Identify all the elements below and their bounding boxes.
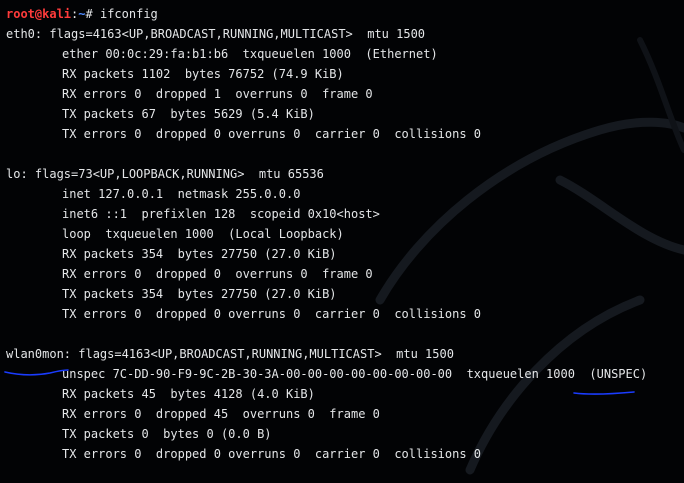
unspec-underline-mark xyxy=(573,391,635,395)
lo-header-line: lo: flags=73<UP,LOOPBACK,RUNNING> mtu 65… xyxy=(6,167,324,181)
eth0-tx-errors-line: TX errors 0 dropped 0 overruns 0 carrier… xyxy=(62,127,482,141)
eth0-header-line: eth0: flags=4163<UP,BROADCAST,RUNNING,MU… xyxy=(6,27,426,41)
wlan0mon-tx-packets-line: TX packets 0 bytes 0 (0.0 B) xyxy=(62,427,272,441)
eth0-ether-line: ether 00:0c:29:fa:b1:b6 txqueuelen 1000 … xyxy=(62,47,438,61)
eth0-rx-errors-line: RX errors 0 dropped 1 overruns 0 frame 0 xyxy=(62,87,373,101)
wlan0mon-unspec-line: unspec 7C-DD-90-F9-9C-2B-30-3A-00-00-00-… xyxy=(62,367,648,381)
lo-inet6-line: inet6 ::1 prefixlen 128 scopeid 0x10<hos… xyxy=(62,207,380,221)
wlan0mon-rx-packets-line: RX packets 45 bytes 4128 (4.0 KiB) xyxy=(62,387,315,401)
wlan0mon-rx-errors-line: RX errors 0 dropped 45 overruns 0 frame … xyxy=(62,407,380,421)
eth0-tx-packets-line: TX packets 67 bytes 5629 (5.4 KiB) xyxy=(62,107,315,121)
prompt-symbol: # xyxy=(85,7,93,21)
prompt-path: ~ xyxy=(78,7,86,21)
prompt-line[interactable]: root@kali:~# ifconfig xyxy=(6,4,158,24)
lo-tx-packets-line: TX packets 354 bytes 27750 (27.0 KiB) xyxy=(62,287,337,301)
prompt-command: ifconfig xyxy=(99,7,158,21)
wlan0mon-underline-mark xyxy=(4,369,69,376)
wlan0mon-header-line: wlan0mon: flags=4163<UP,BROADCAST,RUNNIN… xyxy=(6,347,454,361)
prompt-user-host: root@kali xyxy=(6,7,72,21)
eth0-rx-packets-line: RX packets 1102 bytes 76752 (74.9 KiB) xyxy=(62,67,344,81)
lo-loop-line: loop txqueuelen 1000 (Local Loopback) xyxy=(62,227,344,241)
lo-tx-errors-line: TX errors 0 dropped 0 overruns 0 carrier… xyxy=(62,307,482,321)
lo-rx-packets-line: RX packets 354 bytes 27750 (27.0 KiB) xyxy=(62,247,337,261)
lo-inet-line: inet 127.0.0.1 netmask 255.0.0.0 xyxy=(62,187,301,201)
lo-rx-errors-line: RX errors 0 dropped 0 overruns 0 frame 0 xyxy=(62,267,373,281)
wlan0mon-tx-errors-line: TX errors 0 dropped 0 overruns 0 carrier… xyxy=(62,447,482,461)
terminal-window[interactable]: root@kali:~# ifconfig eth0: flags=4163<U… xyxy=(0,0,684,483)
